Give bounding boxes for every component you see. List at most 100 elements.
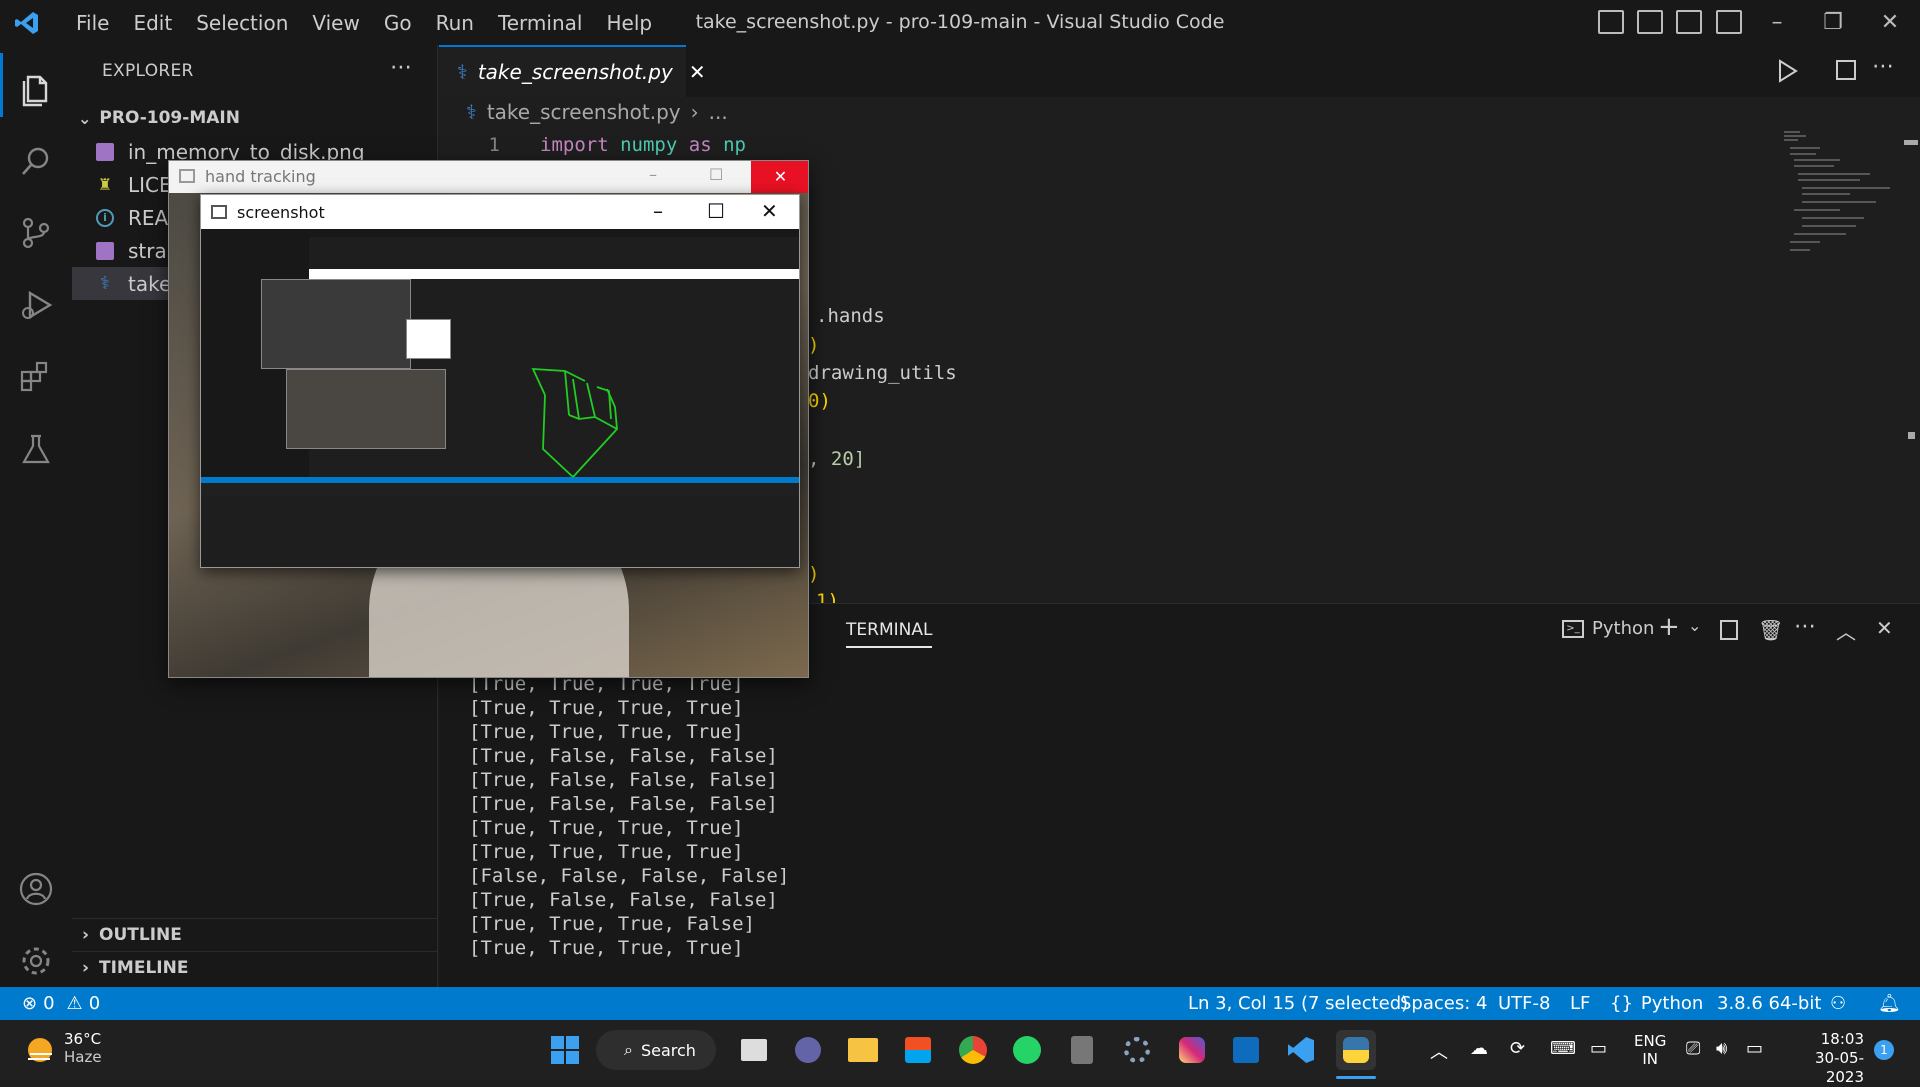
- encoding[interactable]: UTF-8: [1498, 987, 1550, 1020]
- terminal-line: [True, False, False, False]: [469, 745, 778, 767]
- chevron-up-icon[interactable]: ︿: [1430, 1038, 1448, 1064]
- battery-icon[interactable]: ▭: [1746, 1038, 1763, 1059]
- breadcrumb-symbol[interactable]: ...: [709, 100, 728, 124]
- minimap[interactable]: [1780, 128, 1900, 268]
- notification-badge[interactable]: 1: [1874, 1040, 1894, 1060]
- maximize-icon[interactable]: ☐: [707, 199, 725, 223]
- outline-section[interactable]: › OUTLINE: [72, 918, 438, 951]
- vscode-taskbar-icon[interactable]: [1281, 1030, 1321, 1070]
- split-editor-icon[interactable]: [1836, 60, 1856, 80]
- split-terminal-icon[interactable]: [1720, 620, 1738, 640]
- menu-view[interactable]: View: [300, 11, 371, 35]
- close-icon[interactable]: ✕: [1860, 0, 1920, 45]
- maximize-panel-icon[interactable]: ︿: [1836, 616, 1856, 645]
- settings-icon[interactable]: [1117, 1030, 1157, 1070]
- notifications-bell-icon[interactable]: 🔔︎: [1878, 987, 1901, 1020]
- python-interpreter[interactable]: 3.8.6 64-bit: [1717, 987, 1821, 1020]
- module-name: numpy: [620, 134, 678, 156]
- code-fragment[interactable]: drawing_utils: [808, 359, 1008, 388]
- accounts-icon[interactable]: [0, 853, 72, 925]
- language-mode[interactable]: {} Python: [1610, 987, 1703, 1020]
- store-icon[interactable]: [898, 1030, 938, 1070]
- close-panel-icon[interactable]: ✕: [1876, 616, 1893, 640]
- folder-header[interactable]: ⌄ PRO-109-MAIN: [72, 101, 438, 135]
- run-python-icon[interactable]: [1772, 56, 1802, 86]
- code-fragment[interactable]: ): [808, 331, 848, 360]
- new-terminal-icon[interactable]: +: [1658, 612, 1680, 642]
- close-icon[interactable]: ✕: [761, 199, 778, 223]
- python-taskbar-icon[interactable]: [1336, 1030, 1376, 1070]
- toggle-primary-sidebar-icon[interactable]: [1598, 10, 1624, 34]
- screenshot-window[interactable]: screenshot – ☐ ✕: [200, 194, 800, 568]
- sync-icon[interactable]: ⟳: [1510, 1038, 1525, 1059]
- more-actions-icon[interactable]: ⋯: [390, 55, 412, 80]
- network-icon[interactable]: ⎚: [1686, 1038, 1700, 1059]
- code-fragment[interactable]: 0): [808, 387, 868, 416]
- file-explorer-icon[interactable]: [843, 1030, 883, 1070]
- search-icon[interactable]: [0, 125, 72, 197]
- menu-file[interactable]: File: [64, 11, 121, 35]
- testing-icon[interactable]: [0, 413, 72, 485]
- scrollbar-thumb[interactable]: [1904, 140, 1918, 145]
- feedback-icon[interactable]: ⚇: [1830, 987, 1846, 1020]
- breadcrumb-file[interactable]: take_screenshot.py: [487, 100, 681, 124]
- maximize-icon[interactable]: ☐: [709, 165, 723, 184]
- code-fragment[interactable]: ): [808, 560, 848, 589]
- menu-edit[interactable]: Edit: [121, 11, 184, 35]
- minimize-icon[interactable]: –: [649, 165, 657, 184]
- run-debug-icon[interactable]: [0, 269, 72, 341]
- menu-go[interactable]: Go: [372, 11, 424, 35]
- code-fragment[interactable]: .hands: [816, 302, 1016, 331]
- menu-help[interactable]: Help: [594, 11, 664, 35]
- line-ending[interactable]: LF: [1570, 987, 1590, 1020]
- customize-layout-icon[interactable]: [1716, 10, 1742, 34]
- onedrive-icon[interactable]: ☁: [1470, 1038, 1488, 1059]
- editor-more-icon[interactable]: ⋯: [1872, 54, 1894, 79]
- menu-terminal[interactable]: Terminal: [486, 11, 595, 35]
- chevron-down-icon[interactable]: ⌄: [1688, 616, 1701, 635]
- calculator-icon[interactable]: [1062, 1030, 1102, 1070]
- language-indicator[interactable]: ENG IN: [1634, 1032, 1666, 1068]
- meet-icon[interactable]: [788, 1030, 828, 1070]
- toggle-panel-icon[interactable]: [1637, 10, 1663, 34]
- kill-terminal-icon[interactable]: 🗑: [1758, 618, 1783, 642]
- extensions-icon[interactable]: [0, 341, 72, 413]
- explorer-icon[interactable]: [0, 53, 72, 125]
- clock[interactable]: 18:03 30-05-2023: [1784, 1030, 1864, 1087]
- tab-terminal[interactable]: TERMINAL: [846, 620, 933, 648]
- taskbar-search[interactable]: ⌕ Search: [596, 1030, 716, 1070]
- indentation[interactable]: Spaces: 4: [1400, 987, 1487, 1020]
- cursor-position[interactable]: Ln 3, Col 15 (7 selected): [1188, 987, 1408, 1020]
- terminal-shell-selector[interactable]: >_ Python: [1562, 618, 1654, 639]
- whatsapp-icon[interactable]: [1007, 1030, 1047, 1070]
- editor-tab[interactable]: ⚕ take_screenshot.py ✕: [439, 45, 706, 97]
- instagram-icon[interactable]: [1172, 1030, 1212, 1070]
- volume-icon[interactable]: 🔊︎: [1716, 1038, 1727, 1059]
- windows-start-icon[interactable]: [545, 1030, 585, 1070]
- chrome-icon[interactable]: [953, 1030, 993, 1070]
- close-icon[interactable]: ✕: [751, 161, 808, 193]
- menu-run[interactable]: Run: [424, 11, 486, 35]
- keyboard-icon[interactable]: ⌨: [1550, 1038, 1576, 1059]
- restore-icon[interactable]: ❐: [1803, 0, 1863, 45]
- search-icon: ⌕: [624, 1040, 633, 1059]
- code-line[interactable]: 1 import numpy as np: [440, 131, 1740, 160]
- weather-sun-icon[interactable]: [22, 1032, 58, 1068]
- minimize-icon[interactable]: –: [653, 199, 663, 223]
- weather-widget[interactable]: 36°C Haze: [64, 1030, 102, 1066]
- source-control-icon[interactable]: [0, 197, 72, 269]
- code-fragment[interactable]: , 20]: [808, 445, 908, 474]
- toggle-secondary-sidebar-icon[interactable]: [1676, 10, 1702, 34]
- close-tab-icon[interactable]: ✕: [689, 60, 706, 84]
- problems-indicator[interactable]: ⊗ 0 ⚠ 0: [22, 987, 100, 1020]
- code-fragment[interactable]: 1): [816, 587, 876, 603]
- task-view-icon[interactable]: [734, 1030, 774, 1070]
- menu-selection[interactable]: Selection: [184, 11, 300, 35]
- tab-label: take_screenshot.py: [477, 60, 673, 84]
- blue-app-icon[interactable]: [1226, 1030, 1266, 1070]
- display-icon[interactable]: ▭: [1590, 1038, 1607, 1059]
- timeline-section[interactable]: › TIMELINE: [72, 951, 438, 984]
- panel-more-icon[interactable]: ⋯: [1794, 614, 1816, 639]
- preview-taskbar: [201, 483, 799, 497]
- minimize-icon[interactable]: –: [1747, 0, 1807, 45]
